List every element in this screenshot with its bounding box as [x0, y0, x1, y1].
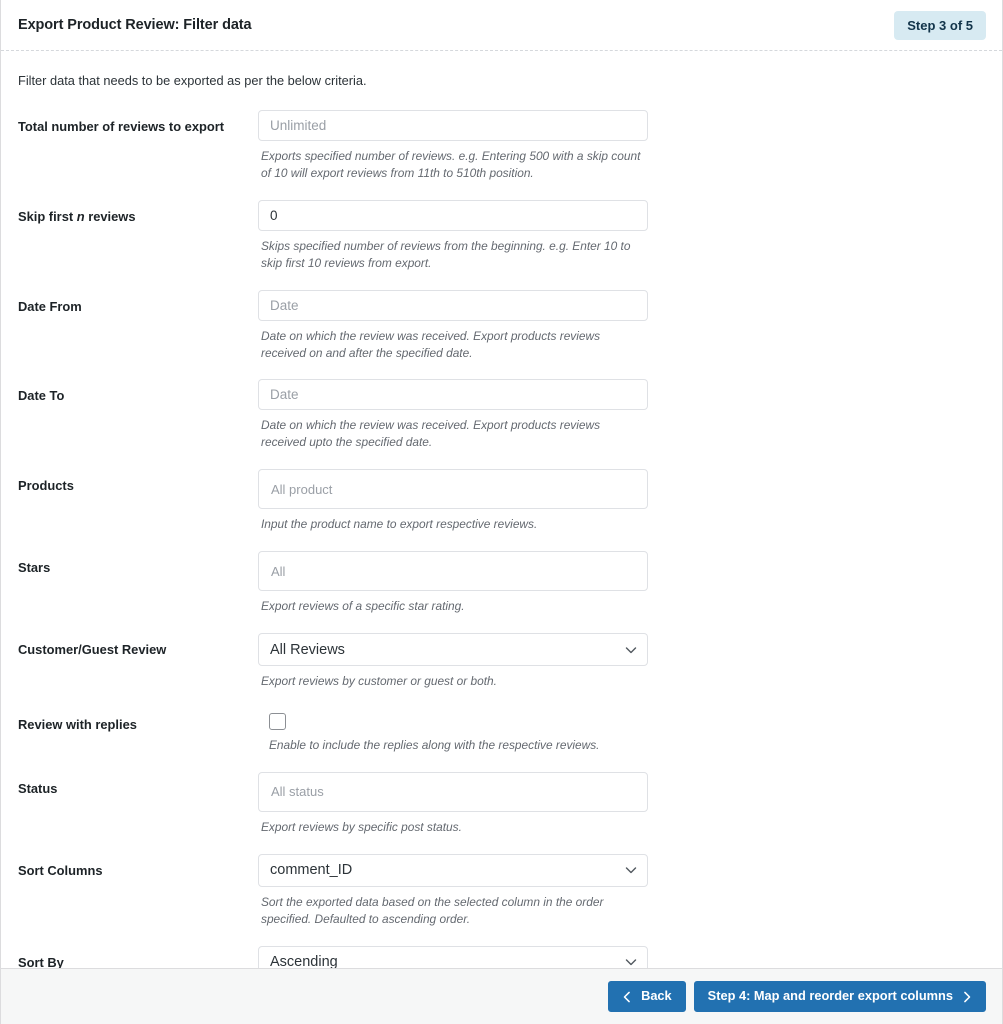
- label-review-with-replies: Review with replies: [18, 716, 137, 732]
- control-cell: All Reviews Export reviews by customer o…: [258, 633, 986, 708]
- review-with-replies-checkbox[interactable]: [269, 712, 286, 730]
- control-cell: All status Export reviews by specific po…: [258, 771, 986, 854]
- step-indicator-badge: Step 3 of 5: [894, 10, 986, 40]
- label-cell: Sort Columns: [18, 854, 258, 946]
- card-footer: Back Step 4: Map and reorder export colu…: [1, 968, 1002, 1024]
- date-from-input[interactable]: [258, 289, 648, 321]
- desc-review-with-replies: Enable to include the replies along with…: [269, 737, 600, 752]
- card-header: Export Product Review: Filter data Step …: [1, 0, 1002, 51]
- desc-date-to: Date on which the review was received. E…: [261, 418, 601, 450]
- control-cell: Enable to include the replies along with…: [258, 708, 986, 772]
- back-button-label: Back: [641, 988, 672, 1004]
- form-row-status: Status All status Export reviews by spec…: [18, 771, 986, 854]
- control-cell: All product Input the product name to ex…: [258, 469, 986, 551]
- form-row-skip-reviews: Skip first n reviews Skips specified num…: [18, 199, 986, 290]
- control-cell: comment_ID Sort the exported data based …: [258, 853, 986, 946]
- label-cell: Sort By: [18, 946, 258, 968]
- label-sort-columns: Sort Columns: [18, 862, 103, 878]
- control-cell: Exports specified number of reviews. e.g…: [258, 110, 986, 200]
- form-row-total-reviews: Total number of reviews to export Export…: [18, 110, 986, 200]
- label-cell: Review with replies: [18, 708, 258, 772]
- label-cell: Date To: [18, 379, 258, 469]
- sort-columns-select[interactable]: comment_ID: [258, 853, 648, 887]
- label-products: Products: [18, 478, 74, 494]
- label-cell: Status: [18, 772, 258, 854]
- label-skip-emphasis: n: [76, 208, 85, 224]
- form-row-date-to: Date To Date on which the review was rec…: [18, 379, 986, 469]
- desc-status: Export reviews by specific post status.: [261, 819, 462, 834]
- label-customer-guest-review: Customer/Guest Review: [18, 642, 167, 658]
- control-cell: Date on which the review was received. E…: [258, 379, 986, 469]
- page-title: Export Product Review: Filter data: [18, 17, 252, 33]
- label-cell: Skip first n reviews: [18, 200, 258, 290]
- status-select[interactable]: All status: [258, 771, 648, 812]
- label-skip-post: reviews: [84, 208, 136, 224]
- form-row-review-with-replies: Review with replies Enable to include th…: [18, 708, 986, 772]
- form-row-sort-by: Sort By Ascending Defaulted to Ascending…: [18, 945, 986, 968]
- desc-total-reviews: Exports specified number of reviews. e.g…: [261, 149, 641, 180]
- sort-by-select[interactable]: Ascending: [258, 945, 648, 968]
- chevron-right-icon: [962, 991, 972, 1003]
- label-date-to: Date To: [18, 388, 65, 404]
- back-button[interactable]: Back: [608, 981, 686, 1012]
- skip-reviews-input[interactable]: [258, 199, 648, 231]
- label-sort-by: Sort By: [18, 954, 64, 968]
- customer-guest-review-select[interactable]: All Reviews: [258, 633, 648, 667]
- label-date-from: Date From: [18, 298, 82, 314]
- control-cell: Ascending Defaulted to Ascending. Applic…: [258, 945, 986, 968]
- control-cell: Date on which the review was received. E…: [258, 289, 986, 380]
- sort-columns-wrapper: comment_ID: [258, 853, 648, 887]
- desc-customer-guest-review: Export reviews by customer or guest or b…: [261, 674, 497, 689]
- form-row-products: Products All product Input the product n…: [18, 469, 986, 551]
- desc-sort-columns: Sort the exported data based on the sele…: [261, 894, 604, 926]
- label-cell: Products: [18, 469, 258, 551]
- desc-skip-reviews: Skips specified number of reviews from t…: [261, 238, 631, 270]
- label-cell: Customer/Guest Review: [18, 633, 258, 708]
- stars-placeholder: All: [271, 563, 286, 579]
- export-wizard-card: Export Product Review: Filter data Step …: [0, 0, 1003, 1024]
- next-step-button[interactable]: Step 4: Map and reorder export columns: [693, 981, 986, 1012]
- products-select[interactable]: All product: [258, 469, 648, 510]
- desc-products: Input the product name to export respect…: [261, 517, 538, 532]
- stars-select[interactable]: All: [258, 551, 648, 592]
- label-skip-reviews: Skip first n reviews: [18, 200, 248, 226]
- card-body: Filter data that needs to be exported as…: [1, 51, 1002, 968]
- label-cell: Stars: [18, 551, 258, 633]
- label-stars: Stars: [18, 560, 51, 576]
- label-cell: Date From: [18, 290, 258, 380]
- form-row-sort-columns: Sort Columns comment_ID Sort the exporte…: [18, 853, 986, 946]
- label-status: Status: [18, 780, 58, 796]
- products-placeholder: All product: [271, 481, 333, 497]
- label-cell: Total number of reviews to export: [18, 110, 258, 200]
- chevron-left-icon: [622, 991, 632, 1003]
- total-reviews-input[interactable]: [258, 110, 648, 141]
- intro-text: Filter data that needs to be exported as…: [18, 73, 367, 88]
- label-skip-pre: Skip first: [18, 208, 77, 224]
- next-step-button-label: Step 4: Map and reorder export columns: [707, 988, 953, 1004]
- desc-date-from: Date on which the review was received. E…: [261, 328, 601, 360]
- form-row-stars: Stars All Export reviews of a specific s…: [18, 551, 986, 633]
- customer-guest-review-wrapper: All Reviews: [258, 633, 648, 667]
- status-placeholder: All status: [271, 784, 324, 800]
- sort-by-wrapper: Ascending: [258, 945, 648, 968]
- control-cell: Skips specified number of reviews from t…: [258, 199, 986, 290]
- filter-form: Total number of reviews to export Export…: [18, 110, 986, 968]
- label-total-reviews: Total number of reviews to export: [18, 119, 225, 134]
- form-row-customer-guest-review: Customer/Guest Review All Reviews Export…: [18, 633, 986, 708]
- form-row-date-from: Date From Date on which the review was r…: [18, 289, 986, 380]
- desc-stars: Export reviews of a specific star rating…: [261, 599, 465, 614]
- control-cell: All Export reviews of a specific star ra…: [258, 551, 986, 633]
- date-to-input[interactable]: [258, 379, 648, 411]
